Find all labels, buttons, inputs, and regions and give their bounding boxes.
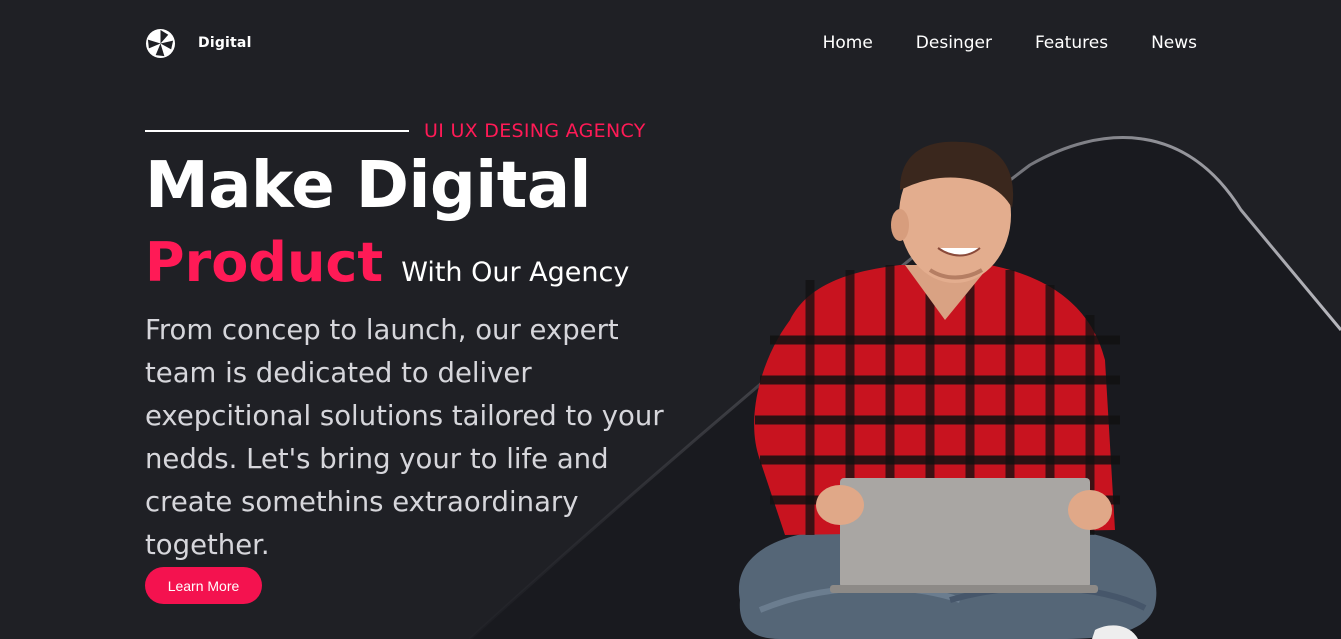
site-header: Digital Home Desinger Features News bbox=[145, 26, 1197, 60]
aperture-logo-icon bbox=[145, 28, 176, 58]
hero-person-image bbox=[738, 141, 1157, 639]
learn-more-button[interactable]: Learn More bbox=[145, 567, 262, 604]
brand-logo[interactable]: Digital bbox=[145, 28, 252, 59]
headline-tail: With Our Agency bbox=[401, 257, 630, 288]
hero-headline: Make Digital bbox=[145, 149, 591, 223]
nav-home-link[interactable]: Home bbox=[823, 33, 873, 53]
eyebrow-text: UI UX DESING AGENCY bbox=[424, 120, 646, 142]
nav-features-link[interactable]: Features bbox=[1035, 33, 1108, 53]
hero-description: From concep to launch, our expert team i… bbox=[145, 314, 664, 561]
nav-designer-link[interactable]: Desinger bbox=[916, 33, 992, 53]
hero-eyebrow: UI UX DESING AGENCY bbox=[145, 120, 646, 142]
eyebrow-divider bbox=[145, 130, 409, 132]
brand-name: Digital bbox=[198, 35, 252, 51]
hero-subheadline: Product With Our Agency bbox=[145, 228, 629, 298]
headline-accent-word: Product bbox=[145, 231, 384, 294]
main-nav: Home Desinger Features News bbox=[823, 33, 1197, 53]
nav-news-link[interactable]: News bbox=[1151, 33, 1197, 53]
